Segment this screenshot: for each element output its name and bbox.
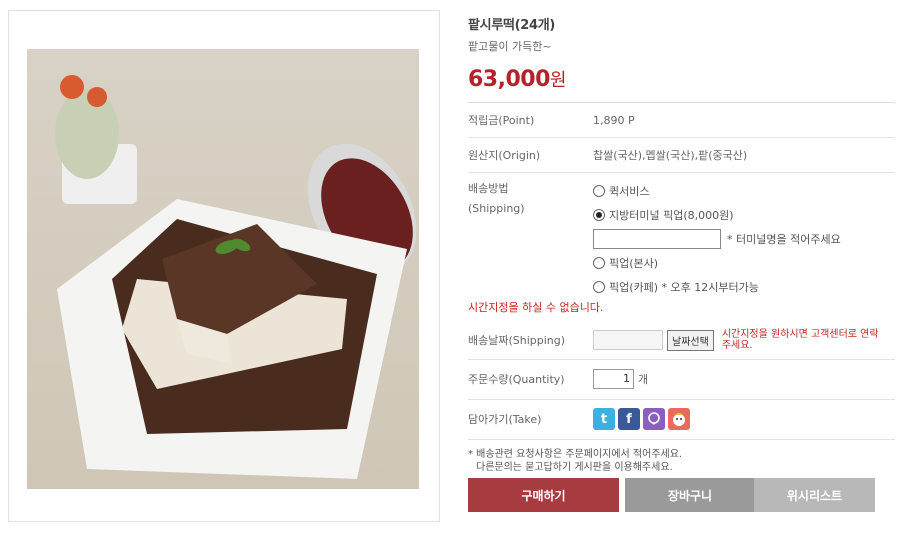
- radio-cafe-pickup[interactable]: [593, 281, 605, 293]
- product-subtitle: 팥고물이 가득한~: [468, 40, 552, 53]
- point-label: 적립금(Point): [468, 114, 535, 127]
- terminal-name-input[interactable]: [593, 229, 721, 249]
- date-note: 시간지정을 원하시면 고객센터로 연락주세요.: [721, 329, 879, 351]
- shipping-option-label: 퀵서비스: [609, 185, 650, 198]
- origin-label: 원산지(Origin): [468, 149, 541, 162]
- take-row: 담아가기(Take) t f: [468, 399, 895, 440]
- shipping-option-label: 픽업(본사): [609, 257, 659, 270]
- shipping-option-quick[interactable]: 퀵서비스: [593, 179, 841, 203]
- notice-line-2: 다른문의는 묻고답하기 게시판을 이용해주세요.: [476, 462, 673, 473]
- shipping-option-label: 픽업(카페) * 오후 12시부터가능: [609, 281, 759, 294]
- product-photo: [27, 49, 419, 489]
- shipping-option-hq-pickup[interactable]: 픽업(본사): [593, 251, 841, 275]
- shipping-method-row: 배송방법 (Shipping) 퀵서비스 지방터미널 픽업(8,000원) * …: [468, 173, 895, 299]
- cart-button[interactable]: 장바구니: [625, 478, 755, 512]
- radio-hq-pickup[interactable]: [593, 257, 605, 269]
- shipping-option-terminal[interactable]: 지방터미널 픽업(8,000원): [593, 203, 841, 227]
- price-number: 63,000: [468, 67, 550, 92]
- notice-line-1: * 배송관련 요청사항은 주문페이지에서 적어주세요.: [468, 449, 683, 460]
- product-title: 팥시루떡(24개): [468, 18, 556, 33]
- origin-row: 원산지(Origin) 찹쌀(국산),멥쌀(국산),팥(중국산): [468, 138, 895, 173]
- terminal-hint: * 터미널명을 적어주세요: [727, 233, 841, 246]
- shipping-label-ko: 배송방법: [468, 182, 509, 195]
- time-warning: 시간지정을 하실 수 없습니다.: [468, 301, 604, 314]
- kakao-icon[interactable]: [668, 408, 690, 430]
- qty-unit: 개: [638, 373, 649, 386]
- shipping-option-cafe-pickup[interactable]: 픽업(카페) * 오후 12시부터가능: [593, 275, 841, 299]
- buy-button[interactable]: 구매하기: [468, 478, 619, 512]
- action-buttons: 구매하기 장바구니 위시리스트: [468, 478, 895, 512]
- qty-label: 주문수량(Quantity): [468, 373, 565, 386]
- quantity-row: 주문수량(Quantity) 1 개: [468, 359, 895, 400]
- shipping-option-label: 지방터미널 픽업(8,000원): [609, 209, 734, 222]
- shipping-label-en: (Shipping): [468, 202, 525, 215]
- quantity-input[interactable]: 1: [593, 369, 634, 389]
- wishlist-button[interactable]: 위시리스트: [754, 478, 875, 512]
- shipping-options: 퀵서비스 지방터미널 픽업(8,000원) * 터미널명을 적어주세요 픽업(본…: [593, 179, 841, 299]
- radio-quick[interactable]: [593, 185, 605, 197]
- facebook-icon[interactable]: f: [618, 408, 640, 430]
- product-price: 63,000원: [468, 66, 895, 92]
- take-label: 담아가기(Take): [468, 413, 542, 426]
- date-input[interactable]: [593, 330, 663, 350]
- date-label: 배송날짜(Shipping): [468, 334, 566, 347]
- origin-value: 찹쌀(국산),멥쌀(국산),팥(중국산): [593, 149, 748, 162]
- shipping-label: 배송방법 (Shipping): [468, 179, 593, 299]
- radio-terminal[interactable]: [593, 209, 605, 221]
- terminal-name-row: * 터미널명을 적어주세요: [593, 227, 841, 251]
- chat-icon[interactable]: [643, 408, 665, 430]
- select-date-button[interactable]: 날짜선택: [667, 329, 714, 351]
- price-unit: 원: [549, 70, 567, 91]
- twitter-icon[interactable]: t: [593, 408, 615, 430]
- product-image-frame: [8, 10, 440, 522]
- shipping-notice: * 배송관련 요청사항은 주문페이지에서 적어주세요. 다른문의는 묻고답하기 …: [468, 448, 682, 474]
- delivery-date-row: 배송날짜(Shipping) 날짜선택 시간지정을 원하시면 고객센터로 연락주…: [468, 321, 895, 360]
- point-row: 적립금(Point) 1,890 P: [468, 102, 895, 138]
- product-info-panel: 팥시루떡(24개) 팥고물이 가득한~ 63,000원 적립금(Point) 1…: [468, 14, 895, 512]
- point-value: 1,890 P: [593, 113, 635, 127]
